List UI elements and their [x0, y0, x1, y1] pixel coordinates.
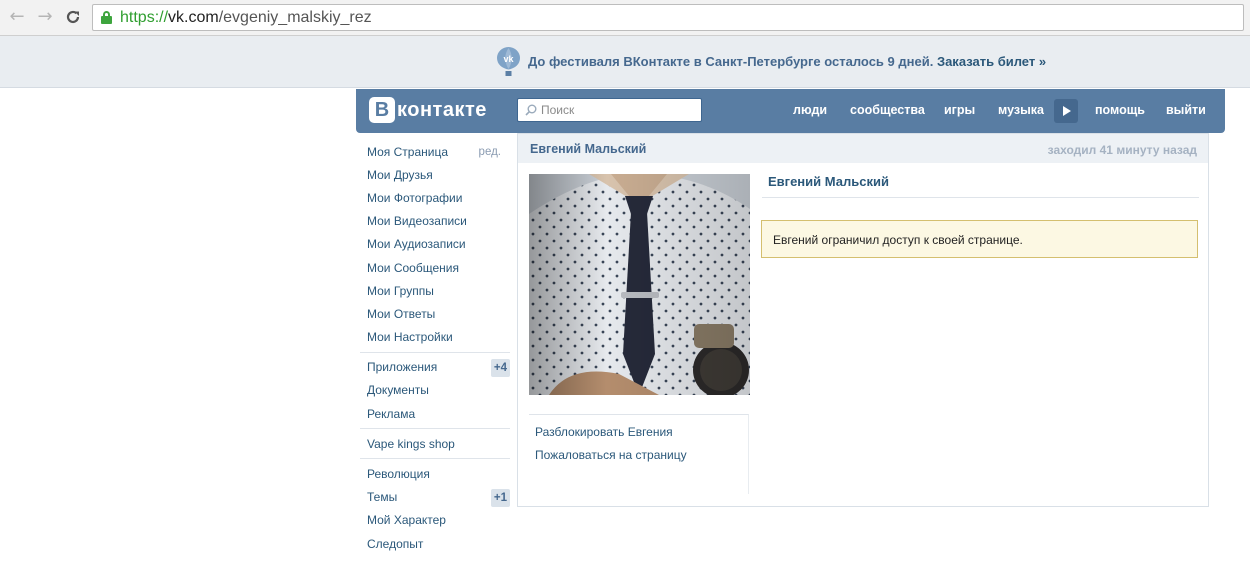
- menu-item-label: Приложения: [367, 360, 438, 375]
- menu-my-character[interactable]: Мой Характер: [360, 509, 512, 532]
- logo-letter: В: [369, 97, 395, 123]
- menu-my-page[interactable]: Моя Страница ред.: [360, 140, 512, 163]
- edit-link[interactable]: ред.: [479, 146, 501, 158]
- back-arrow-icon[interactable]: ←: [6, 6, 28, 28]
- profile-panel: Евгений Мальский заходил 41 минуту назад: [517, 133, 1209, 507]
- lock-icon: [101, 11, 112, 24]
- search-icon: [525, 104, 537, 116]
- menu-item-label: Документы: [367, 383, 429, 398]
- profile-actions: Разблокировать Евгения Пожаловаться на с…: [529, 414, 749, 494]
- music-player-play-icon[interactable]: [1054, 99, 1078, 123]
- banner-message: До фестиваля ВКонтакте в Санкт-Петербург…: [528, 54, 1046, 69]
- apps-count-badge: +4: [490, 358, 510, 377]
- profile-name: Евгений Мальский: [768, 174, 889, 189]
- menu-my-friends[interactable]: Мои Друзья: [360, 163, 512, 186]
- search-box[interactable]: [517, 98, 702, 122]
- nav-music[interactable]: музыка: [998, 103, 1044, 117]
- menu-my-settings[interactable]: Мои Настройки: [360, 326, 512, 349]
- menu-item-label: Мои Аудиозаписи: [367, 237, 466, 252]
- url-host: vk.com: [168, 9, 219, 26]
- profile-header-name: Евгений Мальский: [530, 142, 647, 156]
- profile-header: Евгений Мальский заходил 41 минуту назад: [518, 133, 1208, 163]
- profile-avatar[interactable]: [529, 174, 750, 395]
- menu-divider: [360, 351, 510, 353]
- menu-pathfinder[interactable]: Следопыт: [360, 532, 512, 555]
- forward-arrow-icon[interactable]: →: [34, 6, 56, 28]
- report-page-link[interactable]: Пожаловаться на страницу: [535, 448, 687, 462]
- nav-games[interactable]: игры: [944, 103, 975, 117]
- menu-item-label: Мои Настройки: [367, 330, 453, 345]
- access-restricted-notice: Евгений ограничил доступ к своей страниц…: [761, 220, 1198, 258]
- menu-item-label: Реклама: [367, 406, 416, 421]
- nav-help[interactable]: помощь: [1095, 103, 1145, 117]
- themes-count-badge: +1: [490, 488, 510, 507]
- url-text[interactable]: https://vk.com/evgeniy_malskiy_rez: [120, 9, 372, 27]
- unblock-user-link[interactable]: Разблокировать Евгения: [535, 425, 673, 439]
- menu-themes[interactable]: Темы +1: [360, 486, 512, 509]
- menu-my-answers[interactable]: Мои Ответы: [360, 302, 512, 325]
- menu-revolution[interactable]: Революция: [360, 462, 512, 485]
- menu-item-label: Моя Страница: [367, 144, 449, 159]
- menu-item-label: Мои Группы: [367, 283, 434, 298]
- logo-text: контакте: [397, 98, 487, 121]
- menu-item-label: Мои Ответы: [367, 306, 436, 321]
- menu-item-label: Мои Сообщения: [367, 260, 459, 275]
- order-ticket-link[interactable]: Заказать билет »: [937, 54, 1046, 69]
- vk-logo[interactable]: В контакте: [369, 97, 487, 123]
- nav-communities[interactable]: сообщества: [850, 103, 925, 117]
- menu-documents[interactable]: Документы: [360, 379, 512, 402]
- menu-item-label: Революция: [367, 467, 430, 482]
- menu-my-messages[interactable]: Мои Сообщения: [360, 256, 512, 279]
- menu-item-label: Мои Видеозаписи: [367, 214, 467, 229]
- svg-text:vk: vk: [503, 54, 514, 64]
- reload-icon[interactable]: [62, 6, 84, 28]
- nav-logout[interactable]: выйти: [1166, 103, 1206, 117]
- menu-item-label: Темы: [367, 490, 398, 505]
- menu-my-videos[interactable]: Мои Видеозаписи: [360, 210, 512, 233]
- url-path: /evgeniy_malskiy_rez: [218, 9, 372, 26]
- url-scheme: https://: [120, 9, 169, 26]
- menu-my-photos[interactable]: Мои Фотографии: [360, 186, 512, 209]
- menu-item-label: Мой Характер: [367, 513, 446, 528]
- browser-toolbar: ← → https://vk.com/evgeniy_malskiy_rez: [0, 0, 1250, 36]
- menu-item-label: Следопыт: [367, 536, 424, 551]
- nav-people[interactable]: люди: [793, 103, 827, 117]
- balloon-icon: vk: [497, 47, 520, 76]
- left-menu: Моя Страница ред. Мои Друзья Мои Фотогра…: [360, 140, 512, 555]
- menu-vape-kings-shop[interactable]: Vape kings shop: [360, 432, 512, 455]
- menu-item-label: Мои Фотографии: [367, 190, 463, 205]
- search-input[interactable]: [541, 102, 696, 118]
- menu-my-groups[interactable]: Мои Группы: [360, 279, 512, 302]
- menu-applications[interactable]: Приложения +4: [360, 356, 512, 379]
- last-seen-status: заходил 41 минуту назад: [1047, 143, 1197, 157]
- menu-item-label: Vape kings shop: [367, 436, 455, 451]
- menu-my-audio[interactable]: Мои Аудиозаписи: [360, 233, 512, 256]
- festival-banner: vk До фестиваля ВКонтакте в Санкт-Петерб…: [0, 36, 1250, 88]
- divider: [762, 197, 1199, 198]
- menu-divider: [360, 458, 510, 460]
- vk-header: В контакте люди сообщества игры музыка п…: [356, 89, 1225, 133]
- address-bar[interactable]: https://vk.com/evgeniy_malskiy_rez: [92, 4, 1244, 31]
- restricted-message: Евгений ограничил доступ к своей страниц…: [773, 233, 1023, 247]
- menu-divider: [360, 428, 510, 430]
- menu-item-label: Мои Друзья: [367, 167, 433, 182]
- menu-ads[interactable]: Реклама: [360, 402, 512, 425]
- banner-text: До фестиваля ВКонтакте в Санкт-Петербург…: [528, 54, 934, 69]
